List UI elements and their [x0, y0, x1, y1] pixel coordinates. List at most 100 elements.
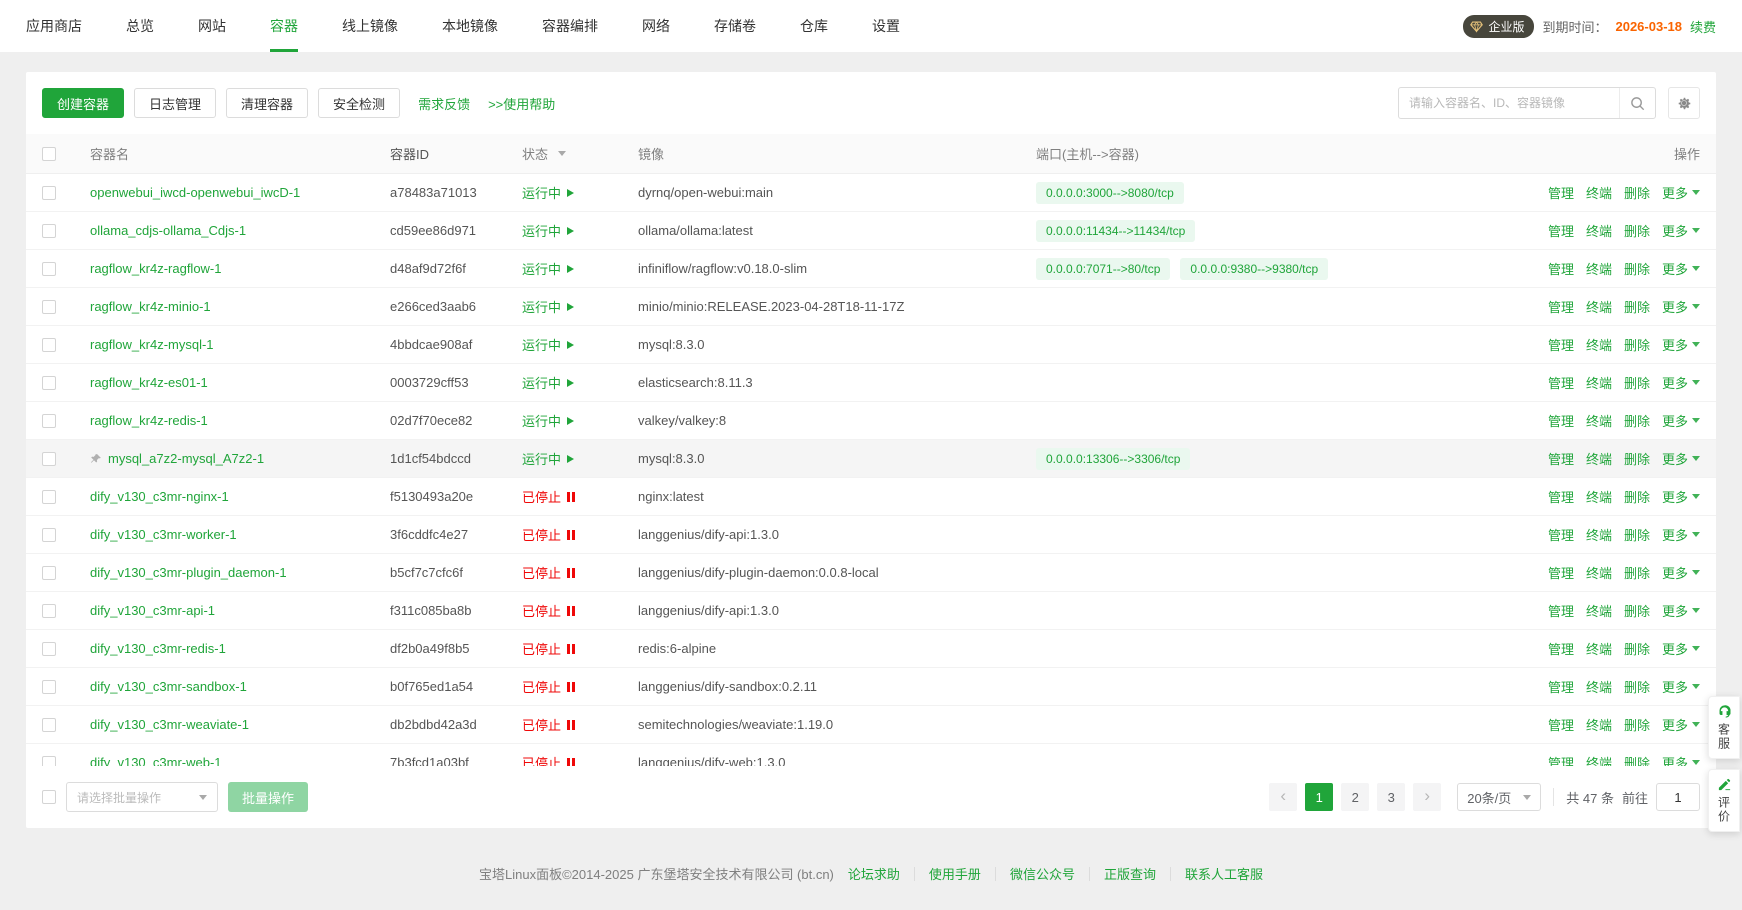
row-checkbox[interactable] [42, 300, 56, 314]
nav-tab[interactable]: 网络 [642, 0, 670, 52]
search-input[interactable] [1399, 96, 1619, 110]
row-action-terminal[interactable]: 终端 [1586, 183, 1612, 202]
row-action-terminal[interactable]: 终端 [1586, 335, 1612, 354]
container-name-link[interactable]: ragflow_kr4z-redis-1 [90, 413, 208, 428]
row-action-terminal[interactable]: 终端 [1586, 259, 1612, 278]
footer-link[interactable]: 微信公众号 [1010, 864, 1075, 883]
row-action-more[interactable]: 更多 [1662, 449, 1700, 468]
row-checkbox[interactable] [42, 224, 56, 238]
row-action-more[interactable]: 更多 [1662, 183, 1700, 202]
row-checkbox[interactable] [42, 338, 56, 352]
row-checkbox[interactable] [42, 490, 56, 504]
row-action-delete[interactable]: 删除 [1624, 411, 1650, 430]
container-name-link[interactable]: dify_v130_c3mr-weaviate-1 [90, 717, 249, 732]
row-action-delete[interactable]: 删除 [1624, 601, 1650, 620]
page-button[interactable]: 1 [1305, 783, 1333, 811]
row-action-delete[interactable]: 删除 [1624, 297, 1650, 316]
nav-tab[interactable]: 线上镜像 [342, 0, 398, 52]
row-action-manage[interactable]: 管理 [1548, 297, 1574, 316]
row-checkbox[interactable] [42, 642, 56, 656]
row-action-more[interactable]: 更多 [1662, 601, 1700, 620]
row-checkbox[interactable] [42, 718, 56, 732]
select-all-checkbox[interactable] [42, 147, 56, 161]
row-action-terminal[interactable]: 终端 [1586, 639, 1612, 658]
row-action-terminal[interactable]: 终端 [1586, 563, 1612, 582]
feedback-link[interactable]: 需求反馈 [418, 94, 470, 113]
row-action-delete[interactable]: 删除 [1624, 677, 1650, 696]
nav-tab[interactable]: 容器 [270, 0, 298, 52]
row-action-manage[interactable]: 管理 [1548, 449, 1574, 468]
nav-tab[interactable]: 网站 [198, 0, 226, 52]
row-action-delete[interactable]: 删除 [1624, 335, 1650, 354]
row-action-delete[interactable]: 删除 [1624, 449, 1650, 468]
row-action-terminal[interactable]: 终端 [1586, 601, 1612, 620]
next-page-button[interactable]: › [1413, 783, 1441, 811]
row-checkbox[interactable] [42, 680, 56, 694]
row-action-manage[interactable]: 管理 [1548, 601, 1574, 620]
nav-tab[interactable]: 设置 [872, 0, 900, 52]
row-action-terminal[interactable]: 终端 [1586, 449, 1612, 468]
row-action-delete[interactable]: 删除 [1624, 259, 1650, 278]
row-checkbox[interactable] [42, 604, 56, 618]
container-name-link[interactable]: ragflow_kr4z-es01-1 [90, 375, 208, 390]
row-action-manage[interactable]: 管理 [1548, 677, 1574, 696]
container-name-link[interactable]: dify_v130_c3mr-sandbox-1 [90, 679, 247, 694]
row-checkbox[interactable] [42, 414, 56, 428]
row-action-delete[interactable]: 删除 [1624, 715, 1650, 734]
clean-container-button[interactable]: 清理容器 [226, 88, 308, 118]
nav-tab[interactable]: 仓库 [800, 0, 828, 52]
row-action-more[interactable]: 更多 [1662, 297, 1700, 316]
row-action-terminal[interactable]: 终端 [1586, 715, 1612, 734]
batch-select-all-checkbox[interactable] [42, 790, 56, 804]
row-action-delete[interactable]: 删除 [1624, 487, 1650, 506]
row-action-manage[interactable]: 管理 [1548, 563, 1574, 582]
row-action-manage[interactable]: 管理 [1548, 715, 1574, 734]
row-action-more[interactable]: 更多 [1662, 639, 1700, 658]
row-action-delete[interactable]: 删除 [1624, 525, 1650, 544]
page-button[interactable]: 2 [1341, 783, 1369, 811]
row-action-delete[interactable]: 删除 [1624, 373, 1650, 392]
row-action-terminal[interactable]: 终端 [1586, 753, 1612, 766]
batch-operation-select[interactable]: 请选择批量操作 [66, 782, 218, 812]
container-name-link[interactable]: ragflow_kr4z-ragflow-1 [90, 261, 222, 276]
row-action-more[interactable]: 更多 [1662, 753, 1700, 766]
row-action-more[interactable]: 更多 [1662, 221, 1700, 240]
row-action-delete[interactable]: 删除 [1624, 639, 1650, 658]
container-name-link[interactable]: ollama_cdjs-ollama_Cdjs-1 [90, 223, 246, 238]
row-action-manage[interactable]: 管理 [1548, 525, 1574, 544]
review-widget[interactable]: 评价 [1708, 769, 1740, 832]
row-action-manage[interactable]: 管理 [1548, 259, 1574, 278]
help-link[interactable]: >>使用帮助 [488, 94, 555, 113]
row-action-more[interactable]: 更多 [1662, 411, 1700, 430]
row-checkbox[interactable] [42, 452, 56, 466]
search-icon[interactable] [1619, 88, 1655, 118]
row-action-more[interactable]: 更多 [1662, 373, 1700, 392]
row-action-manage[interactable]: 管理 [1548, 487, 1574, 506]
goto-page-input[interactable] [1656, 783, 1700, 811]
renew-link[interactable]: 续费 [1690, 17, 1716, 36]
nav-tab[interactable]: 本地镜像 [442, 0, 498, 52]
nav-tab[interactable]: 容器编排 [542, 0, 598, 52]
row-action-terminal[interactable]: 终端 [1586, 221, 1612, 240]
prev-page-button[interactable]: ‹ [1269, 783, 1297, 811]
nav-tab[interactable]: 总览 [126, 0, 154, 52]
page-button[interactable]: 3 [1377, 783, 1405, 811]
row-action-delete[interactable]: 删除 [1624, 753, 1650, 766]
row-action-delete[interactable]: 删除 [1624, 183, 1650, 202]
row-checkbox[interactable] [42, 376, 56, 390]
row-checkbox[interactable] [42, 186, 56, 200]
row-action-terminal[interactable]: 终端 [1586, 677, 1612, 696]
row-action-manage[interactable]: 管理 [1548, 183, 1574, 202]
row-checkbox[interactable] [42, 528, 56, 542]
row-action-terminal[interactable]: 终端 [1586, 525, 1612, 544]
row-action-more[interactable]: 更多 [1662, 487, 1700, 506]
container-name-link[interactable]: dify_v130_c3mr-api-1 [90, 603, 215, 618]
footer-link[interactable]: 论坛求助 [848, 864, 900, 883]
row-action-terminal[interactable]: 终端 [1586, 411, 1612, 430]
row-action-manage[interactable]: 管理 [1548, 373, 1574, 392]
row-action-manage[interactable]: 管理 [1548, 639, 1574, 658]
row-action-manage[interactable]: 管理 [1548, 411, 1574, 430]
row-action-more[interactable]: 更多 [1662, 525, 1700, 544]
footer-link[interactable]: 联系人工客服 [1185, 864, 1263, 883]
row-action-more[interactable]: 更多 [1662, 677, 1700, 696]
